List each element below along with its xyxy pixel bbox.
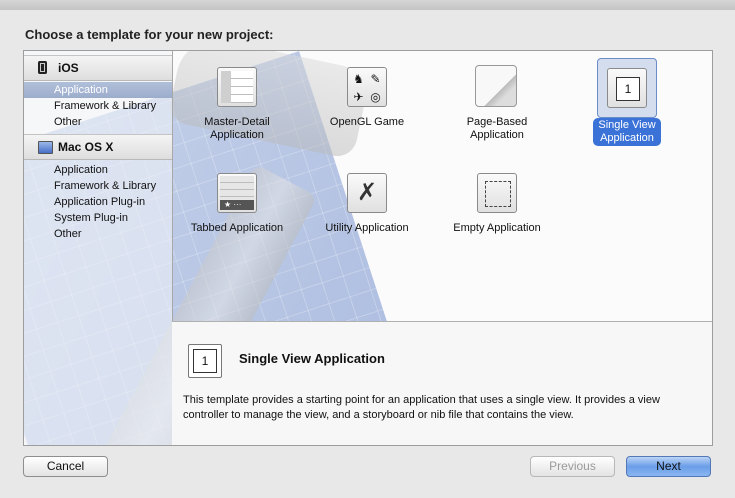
template-single-view[interactable]: 1 Single View Application — [562, 58, 692, 146]
description-title: Single View Application — [239, 351, 385, 366]
template-label: OpenGL Game — [329, 116, 405, 128]
single-view-icon-number: 1 — [616, 77, 640, 101]
sidebar-item-ios-other[interactable]: Other — [24, 114, 172, 130]
template-label: Empty Application — [453, 222, 541, 234]
next-button[interactable]: Next — [626, 456, 711, 477]
single-view-icon: 1 — [607, 68, 647, 108]
template-opengl-game[interactable]: ♞ ✎ ✈ ◎ OpenGL Game — [302, 65, 432, 130]
template-chooser-panel: iOS Application Framework & Library Othe… — [23, 50, 713, 446]
sidebar-item-mac-system-plugin[interactable]: System Plug-in — [24, 210, 172, 226]
utility-icon: ✗ — [347, 173, 387, 213]
iphone-icon — [38, 61, 47, 74]
template-label: Tabbed Application — [190, 222, 284, 234]
sidebar-item-mac-framework-library[interactable]: Framework & Library — [24, 178, 172, 194]
opengl-game-icon: ♞ ✎ ✈ ◎ — [347, 67, 387, 107]
sidebar-section-macosx: Mac OS X — [24, 134, 172, 160]
previous-button[interactable]: Previous — [530, 456, 615, 477]
template-master-detail[interactable]: Master-Detail Application — [172, 65, 302, 143]
dialog-title: Choose a template for your new project: — [25, 27, 274, 42]
single-view-icon: 1 — [188, 344, 222, 378]
template-utility[interactable]: ✗ Utility Application — [302, 171, 432, 236]
template-label: Master-Detail Application — [204, 116, 270, 141]
sidebar-item-ios-framework-library[interactable]: Framework & Library — [24, 98, 172, 114]
template-empty[interactable]: Empty Application — [432, 171, 562, 236]
template-category-sidebar: iOS Application Framework & Library Othe… — [24, 51, 173, 445]
tabbed-icon: ★ ··· — [217, 173, 257, 213]
template-page-based[interactable]: Page-Based Application — [432, 65, 562, 143]
template-label: Utility Application — [325, 222, 409, 234]
sidebar-item-mac-other[interactable]: Other — [24, 226, 172, 242]
sidebar-item-mac-application[interactable]: Application — [24, 162, 172, 178]
cancel-button[interactable]: Cancel — [23, 456, 108, 477]
sidebar-item-ios-application[interactable]: Application — [24, 82, 172, 98]
sidebar-section-label: iOS — [58, 61, 79, 75]
master-detail-icon — [217, 67, 257, 107]
sidebar-section-ios: iOS — [24, 55, 172, 81]
page-based-icon — [475, 65, 517, 107]
description-icon-number: 1 — [193, 349, 217, 373]
empty-icon — [477, 173, 517, 213]
sidebar-item-mac-application-plugin[interactable]: Application Plug-in — [24, 194, 172, 210]
template-tabbed[interactable]: ★ ··· Tabbed Application — [172, 171, 302, 236]
sidebar-section-label: Mac OS X — [58, 140, 114, 154]
template-label: Single View Application — [593, 118, 661, 146]
template-label: Page-Based Application — [466, 116, 528, 141]
mac-icon — [38, 140, 53, 154]
description-text: This template provides a starting point … — [183, 394, 660, 421]
template-description-panel: 1 Single View Application This template … — [172, 321, 712, 445]
